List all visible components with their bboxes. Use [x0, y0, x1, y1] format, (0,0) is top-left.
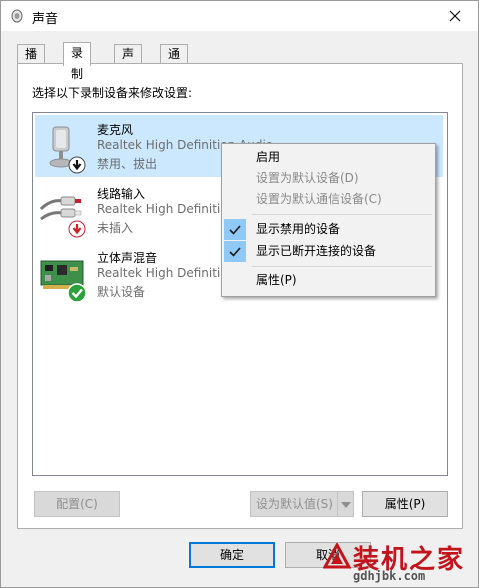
tab-recording[interactable]: 录制 — [63, 42, 92, 81]
close-button[interactable] — [432, 1, 478, 31]
close-icon — [449, 10, 461, 22]
tab-communications[interactable]: 通信 — [160, 44, 189, 80]
menu-item-show-disabled[interactable]: 显示禁用的设备 — [222, 219, 435, 240]
menu-item-label: 启用 — [256, 150, 281, 164]
tab-playback[interactable]: 播放 — [17, 44, 46, 80]
line-in-cable-icon — [39, 196, 86, 238]
device-status: 默认设备 — [97, 285, 146, 299]
menu-item-label: 显示已断开连接的设备 — [256, 244, 377, 258]
device-name: 立体声混音 — [97, 251, 158, 265]
checkmark-icon — [224, 219, 246, 240]
menu-item-label: 属性(P) — [256, 273, 297, 287]
properties-button[interactable]: 属性(P) — [362, 491, 448, 517]
menu-item-set-default[interactable]: 设置为默认设备(D) — [222, 168, 435, 189]
microphone-icon — [49, 126, 86, 174]
set-default-dropdown[interactable] — [337, 491, 354, 517]
menu-separator — [252, 214, 432, 215]
device-name: 麦克风 — [97, 123, 134, 137]
context-menu: 启用 设置为默认设备(D) 设置为默认通信设备(C) 显示禁用的设备 显示已断开… — [221, 143, 436, 297]
window-title: 声音 — [32, 12, 59, 27]
device-status: 未插入 — [97, 221, 134, 235]
sound-card-icon — [40, 260, 87, 303]
speaker-icon — [11, 9, 23, 23]
menu-item-properties[interactable]: 属性(P) — [222, 270, 435, 291]
menu-item-enable[interactable]: 启用 — [222, 147, 435, 168]
menu-item-label: 显示禁用的设备 — [256, 222, 341, 236]
ok-button[interactable]: 确定 — [189, 542, 275, 568]
device-status: 禁用、拔出 — [97, 157, 158, 171]
tab-sounds[interactable]: 声音 — [114, 44, 143, 80]
menu-item-label: 设置为默认通信设备(C) — [256, 192, 382, 206]
chevron-down-icon — [340, 502, 351, 508]
watermark-url: gdhjbk.com — [353, 569, 426, 583]
configure-button[interactable]: 配置(C) — [34, 491, 120, 517]
device-name: 线路输入 — [97, 187, 146, 201]
watermark: 装机之家 gdhjbk.com — [323, 539, 478, 587]
menu-item-label: 设置为默认设备(D) — [256, 171, 359, 185]
instruction-text: 选择以下录制设备来修改设置: — [32, 86, 193, 100]
menu-separator — [252, 266, 432, 267]
menu-item-show-disconnected[interactable]: 显示已断开连接的设备 — [222, 241, 435, 262]
sound-dialog: 声音 播放 录制 声音 通信 选择以下录制设备来修改设置: — [0, 0, 479, 588]
watermark-logo-icon — [323, 543, 351, 569]
menu-item-set-default-comm[interactable]: 设置为默认通信设备(C) — [222, 189, 435, 210]
checkmark-icon — [224, 241, 246, 262]
title-bar[interactable]: 声音 — [1, 1, 478, 31]
